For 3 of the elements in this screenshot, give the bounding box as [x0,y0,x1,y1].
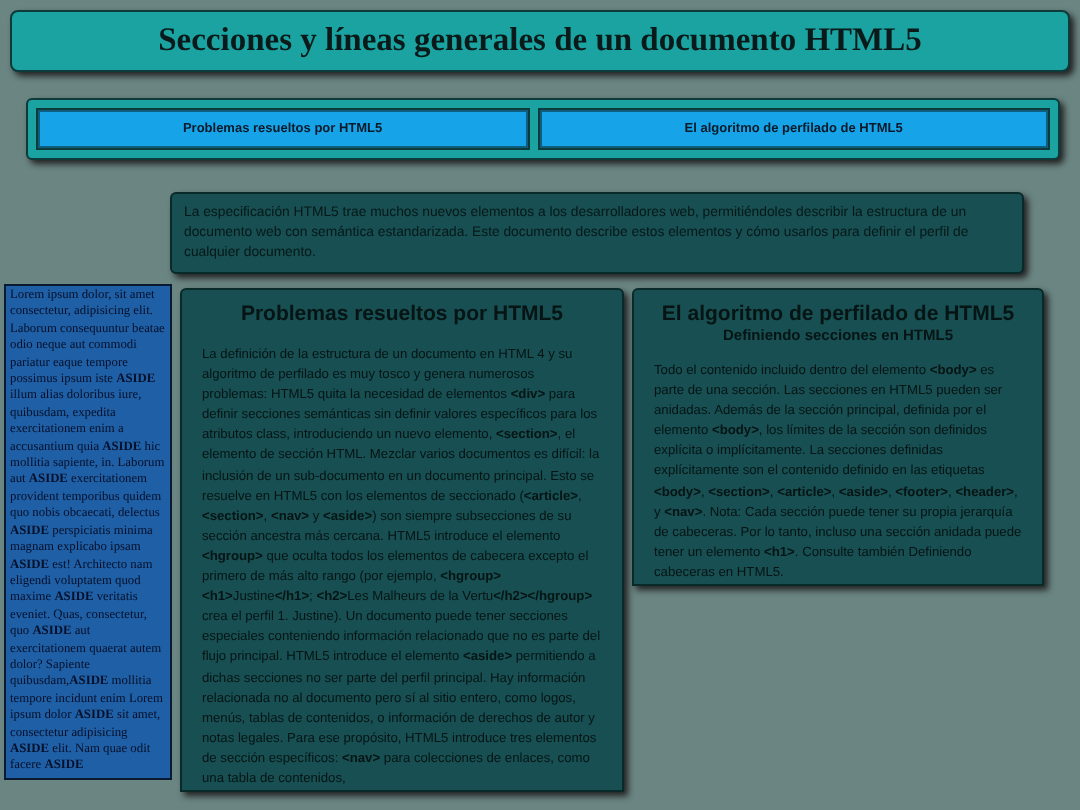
article-title: El algoritmo de perfilado de HTML5 [659,302,1017,326]
page-title: Secciones y líneas generales de un documento HTML5 [10,10,1070,72]
article-title: Problemas resueltos por HTML5 [238,302,566,326]
